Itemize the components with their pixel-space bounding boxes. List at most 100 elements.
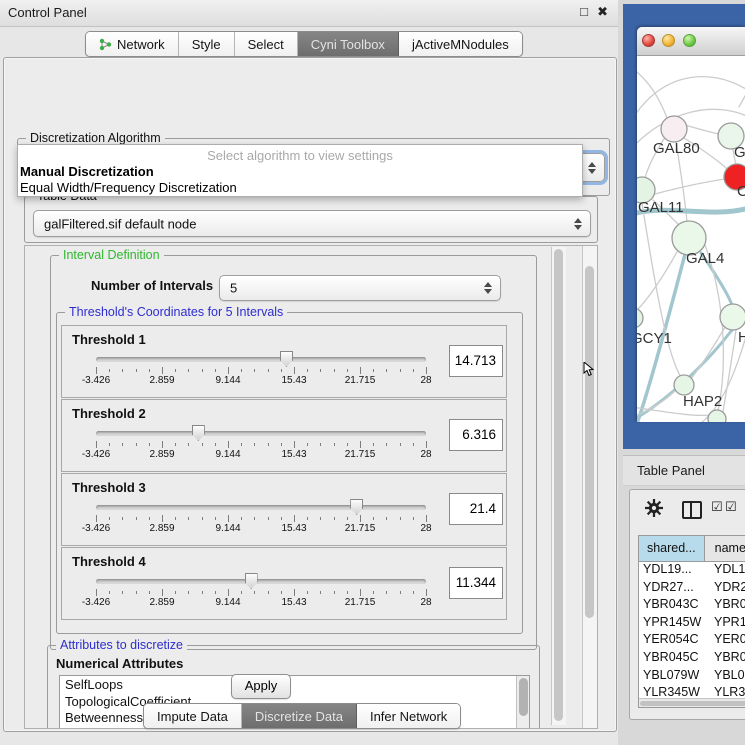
control-panel-window: Control Panel □ ✖ NetworkStyleSelectCyni… [0, 0, 618, 745]
table-cell[interactable]: YBL079W [639, 668, 709, 686]
column-header[interactable]: shared... [639, 536, 705, 561]
network-edge[interactable] [637, 77, 745, 125]
scrollbar-thumb[interactable] [519, 678, 528, 716]
tab-discretize-data[interactable]: Discretize Data [242, 704, 357, 728]
node-label: G [734, 144, 745, 161]
list-scrollbar[interactable] [516, 676, 529, 729]
slider-thumb[interactable] [192, 425, 205, 441]
threshold-value-field[interactable]: 6.316 [449, 419, 503, 451]
split-columns-icon[interactable] [682, 501, 702, 519]
network-window-titlebar[interactable] [637, 27, 745, 56]
network-edge[interactable] [637, 67, 667, 118]
table-cell[interactable]: YBR04 [709, 650, 745, 668]
scrollbar-thumb[interactable] [554, 249, 563, 721]
minimize-traffic-light-icon[interactable] [662, 34, 675, 47]
tab-impute-data[interactable]: Impute Data [144, 704, 242, 728]
threshold-value-field[interactable]: 14.713 [449, 345, 503, 377]
scrollbar-thumb[interactable] [585, 266, 594, 618]
num-intervals-combo[interactable]: 5 [219, 275, 501, 301]
table-row[interactable]: YDR27...YDR27 [639, 580, 745, 598]
horizontal-scrollbar[interactable] [639, 698, 745, 707]
table-cell[interactable]: YDL19 [709, 562, 745, 580]
slider-thumb[interactable] [245, 573, 258, 589]
network-node[interactable] [720, 304, 745, 330]
attribute-list-item[interactable]: SelfLoops [60, 677, 529, 694]
network-node[interactable] [708, 410, 726, 422]
table-cell[interactable]: YBR045C [639, 650, 709, 668]
table-cell[interactable]: YBR043C [639, 597, 709, 615]
slider-track[interactable] [96, 579, 426, 584]
table-cell[interactable]: YBL07 [709, 668, 745, 686]
slider-track[interactable] [96, 431, 426, 436]
float-window-icon[interactable]: □ [580, 4, 588, 19]
threshold-slider[interactable]: -3.4262.8599.14415.4321.71528 [62, 326, 506, 397]
table-cell[interactable]: YPR14 [709, 615, 745, 633]
table-row[interactable]: YDL19...YDL19 [639, 562, 745, 580]
table-panel-header: Table Panel [623, 455, 745, 486]
network-edge[interactable] [655, 179, 725, 194]
network-node[interactable] [674, 375, 694, 395]
table-row[interactable]: YER054CYER05 [639, 632, 745, 650]
table-row[interactable]: YBL079WYBL07 [639, 668, 745, 686]
outer-scrollbar[interactable] [582, 246, 597, 728]
column-header-label: name [715, 541, 745, 555]
table-cell[interactable]: YER05 [709, 632, 745, 650]
network-edge[interactable] [685, 125, 719, 134]
close-traffic-light-icon[interactable] [642, 34, 655, 47]
table-cell[interactable]: YDR27 [709, 580, 745, 598]
network-edge[interactable] [691, 327, 725, 379]
combo-spinner-icon[interactable] [484, 282, 493, 294]
tab-jactivemnodules[interactable]: jActiveMNodules [399, 32, 522, 56]
tab-cyni-toolbox[interactable]: Cyni Toolbox [298, 32, 399, 56]
tab-network[interactable]: Network [86, 32, 179, 56]
slider-track[interactable] [96, 357, 426, 362]
slider-thumb[interactable] [280, 351, 293, 367]
table-cell[interactable]: YDR27... [639, 580, 709, 598]
network-canvas[interactable]: GAL80GCGAL11GAL4GCY1HHAP2 [637, 55, 745, 422]
threshold-slider[interactable]: -3.4262.8599.14415.4321.71528 [62, 474, 506, 545]
slider-thumb[interactable] [350, 499, 363, 515]
tab-select[interactable]: Select [235, 32, 298, 56]
table-row[interactable]: YPR145WYPR14 [639, 615, 745, 633]
tick-label: 2.859 [149, 375, 174, 386]
network-edge[interactable] [705, 245, 723, 411]
threshold-slider[interactable]: -3.4262.8599.14415.4321.71528 [62, 548, 506, 619]
algorithm-option[interactable]: Equal Width/Frequency Discretization [19, 180, 573, 195]
window-title: Control Panel [8, 5, 87, 20]
tab-style[interactable]: Style [179, 32, 235, 56]
table-cell[interactable]: YDL19... [639, 562, 709, 580]
numerical-attributes-label: Numerical Attributes [56, 656, 183, 671]
slider-track[interactable] [96, 505, 426, 510]
threshold-coordinates-group: Threshold's Coordinates for 5 Intervals … [56, 312, 523, 634]
checkbox-icon[interactable]: ☑ [711, 499, 723, 515]
threshold-value-field[interactable]: 21.4 [449, 493, 503, 525]
combo-spinner-icon[interactable] [588, 162, 597, 174]
scrollbar-thumb[interactable] [640, 701, 745, 706]
node-label: GAL11 [638, 199, 684, 216]
network-window: GAL80GCGAL11GAL4GCY1HHAP2 [637, 27, 745, 422]
tick-label: 9.144 [215, 449, 240, 460]
column-header[interactable]: name [705, 536, 745, 561]
network-node[interactable] [661, 116, 687, 142]
gear-icon[interactable] [645, 499, 663, 517]
combo-spinner-icon[interactable] [574, 218, 583, 230]
threshold-row: Threshold 2-3.4262.8599.14415.4321.71528… [61, 399, 507, 472]
zoom-traffic-light-icon[interactable] [683, 34, 696, 47]
table-row[interactable]: YBR043CYBR04 [639, 597, 745, 615]
threshold-slider[interactable]: -3.4262.8599.14415.4321.71528 [62, 400, 506, 471]
threshold-value-field[interactable]: 11.344 [449, 567, 503, 599]
tick-label: 28 [420, 523, 431, 534]
table-row[interactable]: YBR045CYBR04 [639, 650, 745, 668]
checkbox-icon[interactable]: ☑ [725, 499, 737, 515]
table-cell[interactable]: YBR04 [709, 597, 745, 615]
table-cell[interactable]: YPR145W [639, 615, 709, 633]
inner-scrollbar[interactable] [551, 247, 566, 725]
tab-infer-network[interactable]: Infer Network [357, 704, 460, 728]
table-cell[interactable]: YER054C [639, 632, 709, 650]
network-node[interactable] [637, 308, 643, 328]
algorithm-option[interactable]: Manual Discretization [19, 164, 573, 179]
close-icon[interactable]: ✖ [597, 4, 608, 20]
slider-ticks [96, 441, 426, 448]
table-data-combo[interactable]: galFiltered.sif default node [33, 210, 591, 237]
apply-button[interactable]: Apply [231, 674, 291, 699]
